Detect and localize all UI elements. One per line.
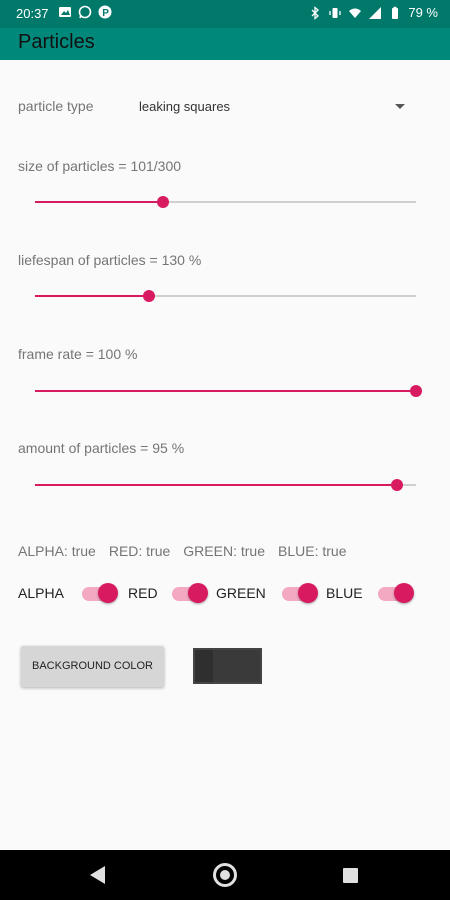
red-state: RED: true	[108, 543, 171, 559]
green-state: GREEN: true	[183, 543, 265, 559]
whatsapp-icon	[78, 5, 92, 19]
blue-switch-label: BLUE	[326, 585, 363, 601]
frame-rate-label: frame rate = 100 %	[18, 346, 138, 362]
switch-thumb	[298, 583, 318, 603]
bluetooth-icon	[311, 5, 320, 20]
slider-fill	[35, 201, 164, 203]
app-bar: Particles	[0, 28, 450, 60]
signal-icon	[369, 6, 382, 19]
switch-thumb	[188, 583, 208, 603]
status-time: 20:37	[16, 6, 49, 21]
green-switch[interactable]	[280, 583, 318, 603]
slider-fill	[35, 390, 416, 392]
status-bar: 20:37 P 79 %	[0, 0, 450, 28]
navigation-bar	[0, 850, 450, 900]
recents-icon[interactable]	[343, 868, 358, 883]
red-switch[interactable]	[170, 583, 208, 603]
color-swatch-inner	[213, 650, 260, 682]
vibrate-icon	[329, 7, 342, 18]
home-dot	[220, 870, 230, 880]
frame-rate-slider[interactable]	[35, 381, 422, 401]
switch-thumb	[394, 583, 414, 603]
red-switch-label: RED	[128, 585, 158, 601]
slider-fill	[35, 295, 150, 297]
background-color-button[interactable]: BACKGROUND COLOR	[21, 646, 164, 687]
alpha-switch-label: ALPHA	[18, 585, 64, 601]
svg-text:P: P	[102, 8, 109, 19]
battery-icon	[392, 6, 399, 19]
amount-slider[interactable]	[35, 475, 416, 495]
blue-state: BLUE: true	[278, 543, 347, 559]
amount-label: amount of particles = 95 %	[18, 440, 185, 456]
page-title: Particles	[18, 31, 95, 53]
home-icon[interactable]	[213, 863, 237, 887]
channel-switches: ALPHA RED GREEN BLUE	[0, 580, 450, 606]
wifi-icon	[349, 8, 362, 18]
green-switch-label: GREEN	[216, 585, 266, 601]
alpha-state: ALPHA: true	[18, 543, 96, 559]
size-label: size of particles = 101/300	[18, 158, 182, 174]
particle-type-spinner[interactable]: leaking squares	[128, 90, 418, 122]
slider-thumb[interactable]	[157, 196, 170, 208]
size-slider[interactable]	[35, 192, 416, 212]
slider-thumb[interactable]	[410, 385, 422, 397]
slider-thumb[interactable]	[390, 479, 403, 491]
chevron-down-icon	[395, 104, 405, 109]
switch-thumb	[98, 583, 118, 603]
blue-switch[interactable]	[376, 583, 414, 603]
channel-state-text: ALPHA: true RED: true GREEN: true BLUE: …	[18, 543, 346, 559]
image-icon	[59, 7, 71, 17]
p-icon: P	[98, 5, 112, 19]
particle-type-value: leaking squares	[139, 99, 231, 114]
color-swatch[interactable]	[193, 648, 262, 684]
particle-type-label: particle type	[18, 98, 94, 114]
back-icon[interactable]	[90, 866, 105, 884]
slider-thumb[interactable]	[143, 290, 156, 302]
lifespan-slider[interactable]	[35, 286, 416, 306]
slider-fill	[35, 484, 397, 486]
alpha-switch[interactable]	[80, 583, 118, 603]
battery-percent: 79 %	[408, 5, 438, 20]
lifespan-label: liefespan of particles = 130 %	[18, 252, 202, 268]
